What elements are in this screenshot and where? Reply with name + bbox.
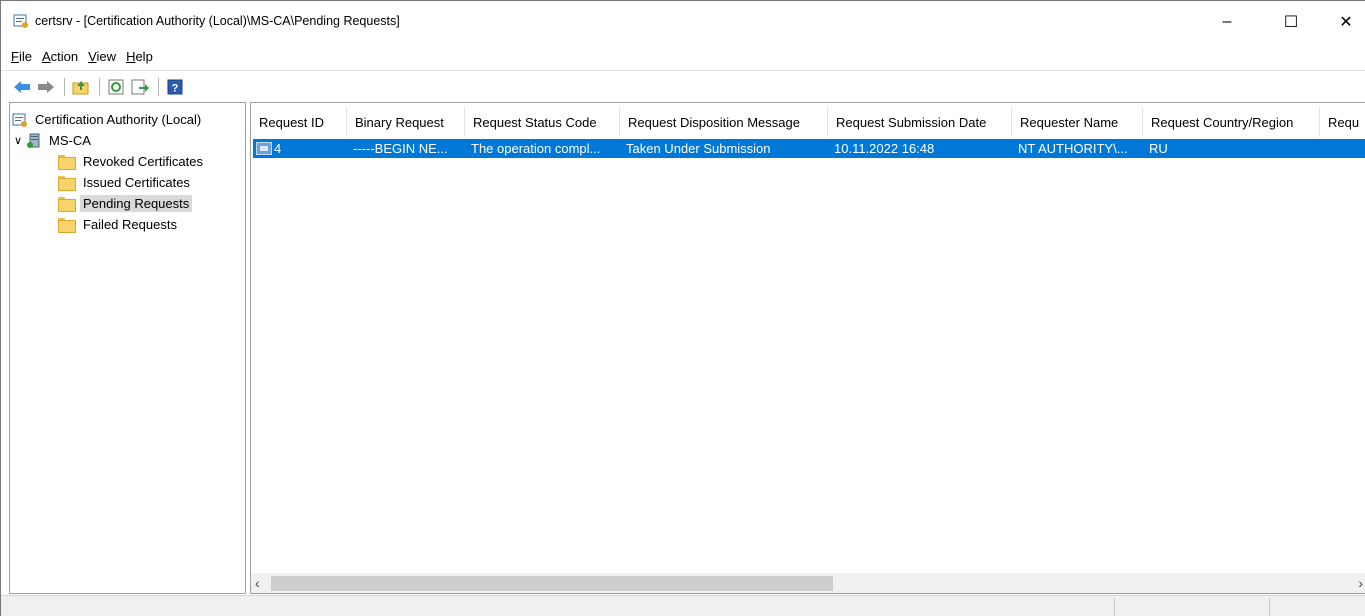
- export-list-button[interactable]: [129, 76, 151, 98]
- up-one-level-button[interactable]: [70, 76, 92, 98]
- minimize-icon: –: [1222, 13, 1232, 30]
- mmc-window: certsrv - [Certification Authority (Loca…: [0, 0, 1365, 616]
- cell-request-id-value: 4: [274, 141, 282, 156]
- status-bar: [1, 595, 1365, 616]
- back-button[interactable]: [11, 76, 33, 98]
- help-icon: ?: [167, 79, 183, 95]
- cell-disposition-message: Taken Under Submission: [626, 141, 771, 156]
- menu-view-label: iew: [96, 48, 117, 64]
- tree-item-root-label: Certification Authority (Local): [35, 112, 202, 127]
- horizontal-scrollbar[interactable]: ‹ ›: [251, 573, 1365, 593]
- menu-action-label: ction: [50, 48, 79, 64]
- menu-separator: [1, 70, 1365, 71]
- status-pane: [1269, 598, 1270, 616]
- scrollbar-thumb[interactable]: [271, 576, 833, 591]
- tree-item-ms-ca-label: MS-CA: [49, 133, 91, 148]
- status-pane: [1114, 598, 1115, 616]
- request-icon: [256, 142, 272, 155]
- tree-item-revoked-label: Revoked Certificates: [83, 154, 203, 169]
- tree-item-pending-label: Pending Requests: [80, 195, 193, 212]
- menu-action-accel: A: [41, 48, 51, 64]
- tree-item-revoked-certificates[interactable]: Revoked Certificates: [10, 151, 245, 172]
- console-tree: Certification Authority (Local) ∨ MS-CA …: [9, 102, 246, 594]
- menu-view[interactable]: View: [88, 49, 124, 64]
- cell-status-code: The operation compl...: [471, 141, 601, 156]
- menu-file-label: ile: [18, 48, 32, 64]
- results-list: Request ID Binary Request Request Status…: [250, 102, 1365, 594]
- tree-item-ms-ca[interactable]: ∨ MS-CA: [10, 130, 245, 151]
- help-button[interactable]: ?: [164, 76, 186, 98]
- cell-requester-name: NT AUTHORITY\...: [1018, 141, 1128, 156]
- tree-item-root[interactable]: Certification Authority (Local): [10, 109, 245, 130]
- ca-server-icon: [27, 133, 40, 148]
- column-header-submission-date[interactable]: Request Submission Date: [828, 107, 1012, 137]
- certsrv-app-icon: [13, 13, 29, 29]
- tree-item-issued-label: Issued Certificates: [83, 175, 190, 190]
- toolbar-separator: [64, 78, 65, 96]
- forward-button[interactable]: [35, 76, 57, 98]
- console-content: Certification Authority (Local) ∨ MS-CA …: [9, 102, 1365, 594]
- table-row[interactable]: 4 -----BEGIN NE... The operation compl..…: [253, 139, 1365, 158]
- menu-help[interactable]: Help: [126, 49, 161, 64]
- folder-icon: [58, 176, 76, 191]
- back-arrow-icon: [14, 81, 30, 93]
- tree-item-issued-certificates[interactable]: Issued Certificates: [10, 172, 245, 193]
- menu-bar: File Action View Help: [1, 45, 163, 67]
- tree-item-failed-label: Failed Requests: [83, 217, 177, 232]
- svg-text:?: ?: [172, 83, 179, 95]
- menu-file[interactable]: File: [11, 49, 40, 64]
- column-header-disposition-message[interactable]: Request Disposition Message: [620, 107, 828, 137]
- close-icon: ✕: [1339, 14, 1353, 31]
- folder-icon: [58, 218, 76, 233]
- maximize-button[interactable]: ☐: [1268, 7, 1314, 37]
- refresh-button[interactable]: [105, 76, 127, 98]
- column-header-binary-request[interactable]: Binary Request: [347, 107, 465, 137]
- cell-country-region: RU: [1149, 141, 1168, 156]
- close-button[interactable]: ✕: [1323, 7, 1365, 37]
- cell-request-id: 4: [253, 139, 347, 158]
- tree-item-failed-requests[interactable]: Failed Requests: [10, 214, 245, 235]
- cell-binary-request: -----BEGIN NE...: [353, 141, 448, 156]
- scroll-left-icon[interactable]: ‹: [255, 575, 260, 591]
- scroll-right-icon[interactable]: ›: [1358, 575, 1363, 591]
- window-title: certsrv - [Certification Authority (Loca…: [35, 14, 400, 28]
- folder-icon: [58, 155, 76, 170]
- folder-icon: [58, 197, 76, 212]
- title-bar[interactable]: certsrv - [Certification Authority (Loca…: [1, 1, 1365, 41]
- forward-arrow-icon: [38, 81, 54, 93]
- toolbar: ?: [1, 74, 188, 100]
- column-header-country-region[interactable]: Request Country/Region: [1143, 107, 1320, 137]
- maximize-icon: ☐: [1283, 14, 1299, 31]
- column-header-requester-name[interactable]: Requester Name: [1012, 107, 1143, 137]
- cell-submission-date: 10.11.2022 16:48: [834, 141, 935, 156]
- certification-authority-icon: [12, 113, 27, 127]
- minimize-button[interactable]: –: [1204, 7, 1250, 37]
- menu-file-accel: F: [11, 48, 19, 64]
- up-folder-icon: [72, 81, 89, 95]
- toolbar-separator: [158, 78, 159, 96]
- column-header-truncated[interactable]: Requ: [1320, 107, 1365, 137]
- column-header-request-id[interactable]: Request ID: [251, 107, 347, 137]
- menu-help-label: elp: [135, 48, 153, 64]
- tree-item-pending-requests[interactable]: Pending Requests: [10, 193, 245, 214]
- menu-action[interactable]: Action: [42, 49, 86, 64]
- menu-view-accel: V: [88, 48, 97, 64]
- list-header: Request ID Binary Request Request Status…: [251, 107, 1365, 137]
- chevron-down-icon[interactable]: ∨: [12, 134, 24, 147]
- toolbar-separator: [99, 78, 100, 96]
- column-header-status-code[interactable]: Request Status Code: [465, 107, 620, 137]
- refresh-icon: [108, 79, 124, 95]
- export-list-icon: [131, 79, 149, 95]
